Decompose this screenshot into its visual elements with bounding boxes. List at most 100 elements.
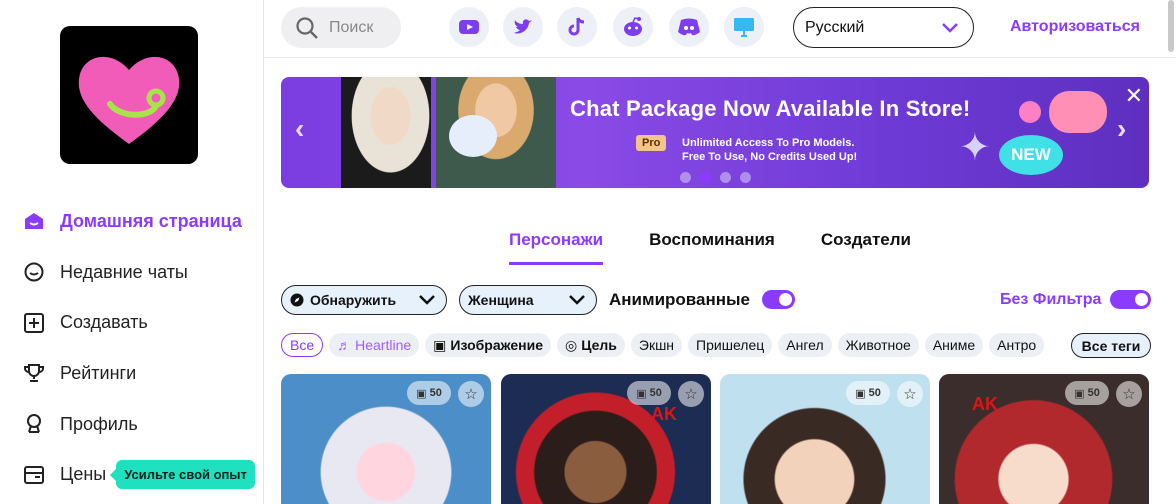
- carousel-dot[interactable]: [740, 172, 751, 183]
- discord-button[interactable]: [669, 7, 709, 47]
- character-card[interactable]: AK ▣ 50 ☆: [501, 374, 711, 504]
- tiktok-icon: [568, 17, 585, 36]
- tag-alien[interactable]: Пришелец: [688, 333, 773, 357]
- character-card[interactable]: ▣ 50 ☆: [281, 374, 491, 504]
- image-icon: ▣: [636, 387, 647, 400]
- heart-logo-icon: [78, 56, 180, 144]
- discover-dropdown[interactable]: Обнаружить: [281, 285, 447, 315]
- all-tags-button[interactable]: Все теги: [1071, 333, 1151, 358]
- search-icon: [296, 16, 318, 39]
- tag-label: Heartline: [355, 337, 412, 353]
- promo-banner[interactable]: ‹ Chat Package Now Available In Store! P…: [281, 77, 1149, 188]
- plus-square-icon: [22, 311, 46, 335]
- tab-memories[interactable]: Воспоминания: [649, 230, 775, 265]
- compass-icon: [290, 293, 304, 307]
- desktop-button[interactable]: [724, 7, 764, 47]
- gender-dropdown[interactable]: Женщина: [459, 285, 597, 315]
- image-icon: ▣: [855, 387, 866, 400]
- tag-bar: Все ♬ Heartline ▣ Изображение ◎ Цель Экш…: [281, 333, 1051, 357]
- nofilter-toggle[interactable]: [1110, 290, 1151, 309]
- star-icon[interactable]: ☆: [678, 381, 704, 407]
- search-input[interactable]: Поиск: [281, 7, 401, 48]
- tag-angel[interactable]: Ангел: [778, 333, 832, 357]
- language-value: Русский: [805, 18, 865, 36]
- sidebar-item-ratings[interactable]: Рейтинги: [22, 348, 255, 399]
- image-count-badge: ▣ 50: [1065, 381, 1109, 405]
- heart-icon: [1019, 101, 1041, 123]
- tag-anthro[interactable]: Антро: [989, 333, 1045, 357]
- tag-goal[interactable]: ◎ Цель: [556, 333, 625, 357]
- star-icon[interactable]: ☆: [1116, 381, 1142, 407]
- tag-all[interactable]: Все: [281, 333, 324, 357]
- sidebar-item-prices[interactable]: Цены Усильте свой опыт: [22, 449, 255, 500]
- carousel-dot[interactable]: [700, 172, 711, 183]
- sidebar-item-label: Рейтинги: [60, 362, 137, 383]
- chat-icon: [22, 260, 46, 284]
- login-link[interactable]: Авторизоваться: [1010, 18, 1140, 36]
- sidebar-item-label: Создавать: [60, 312, 148, 333]
- tab-creators[interactable]: Создатели: [821, 230, 911, 265]
- image-icon: ▣: [433, 336, 447, 353]
- discord-icon: [678, 18, 700, 36]
- carousel-dot[interactable]: [720, 172, 731, 183]
- new-badge: NEW: [999, 135, 1063, 175]
- banner-next-arrow[interactable]: ›: [1117, 113, 1126, 145]
- sidebar-item-create[interactable]: Создавать: [22, 297, 255, 348]
- image-count-badge: ▣ 50: [846, 381, 890, 405]
- carousel-dot[interactable]: [680, 172, 691, 183]
- tag-label: Цель: [581, 337, 617, 353]
- tab-characters[interactable]: Персонажи: [509, 230, 604, 265]
- app-logo[interactable]: [60, 26, 198, 164]
- sidebar-item-recent-chats[interactable]: Недавние чаты: [22, 247, 255, 298]
- home-icon: [22, 209, 46, 233]
- wallet-icon: [22, 463, 46, 487]
- discover-label-wrap: Обнаружить: [290, 292, 396, 308]
- tag-label: Изображение: [450, 337, 543, 353]
- sidebar-item-label: Домашняя страница: [60, 210, 242, 231]
- image-icon: ▣: [416, 387, 427, 400]
- animated-badge-icon: AK: [651, 404, 677, 424]
- tag-anime[interactable]: Аниме: [924, 333, 984, 357]
- search-placeholder: Поиск: [329, 18, 374, 36]
- discover-label: Обнаружить: [310, 292, 397, 308]
- star-icon[interactable]: ☆: [897, 381, 923, 407]
- character-card[interactable]: AK ▣ 50 ☆: [939, 374, 1149, 504]
- image-count-badge: ▣ 50: [407, 381, 451, 405]
- chevron-down-icon: [942, 22, 958, 33]
- banner-prev-arrow[interactable]: ‹: [295, 113, 304, 145]
- youtube-button[interactable]: [449, 7, 489, 47]
- character-card[interactable]: ▣ 50 ☆: [720, 374, 930, 504]
- image-count: 50: [868, 387, 881, 399]
- sidebar-item-label: Недавние чаты: [60, 261, 188, 282]
- tag-image[interactable]: ▣ Изображение: [425, 333, 551, 357]
- chat-bubble-icon: [1049, 91, 1107, 133]
- reddit-button[interactable]: [613, 7, 653, 47]
- tiktok-button[interactable]: [557, 7, 597, 47]
- content-tabs: Персонажи Воспоминания Создатели: [509, 230, 911, 265]
- image-icon: ▣: [1074, 387, 1085, 400]
- animated-label: Анимированные: [609, 290, 750, 309]
- sidebar-item-profile[interactable]: Профиль: [22, 399, 255, 450]
- animated-toggle[interactable]: [762, 290, 795, 309]
- banner-character-girl: [341, 77, 431, 188]
- animated-badge-icon: AK: [972, 394, 998, 414]
- upgrade-promo-badge[interactable]: Усильте свой опыт: [110, 460, 255, 490]
- page-scrollbar[interactable]: [1168, 0, 1174, 52]
- language-select[interactable]: Русский: [793, 7, 974, 48]
- heartline-icon: ♬: [337, 337, 352, 353]
- image-count: 50: [429, 387, 442, 399]
- tag-action[interactable]: Экшн: [630, 333, 683, 357]
- banner-line-2: Free To Use, No Credits Used Up!: [682, 151, 858, 163]
- banner-line-1: Unlimited Access To Pro Models.: [682, 137, 855, 149]
- tag-heartline[interactable]: ♬ Heartline: [329, 333, 420, 357]
- gender-label: Женщина: [468, 292, 534, 308]
- trophy-icon: [22, 361, 46, 385]
- nofilter-label: Без Фильтра: [1000, 291, 1102, 308]
- twitter-button[interactable]: [503, 7, 543, 47]
- tag-animal[interactable]: Животное: [837, 333, 919, 357]
- close-icon[interactable]: ✕: [1125, 83, 1143, 109]
- sparkle-icon: ✦: [959, 127, 991, 169]
- star-icon[interactable]: ☆: [458, 381, 484, 407]
- sidebar-item-home[interactable]: Домашняя страница: [22, 196, 255, 247]
- sidebar-item-label: Цены: [60, 464, 107, 485]
